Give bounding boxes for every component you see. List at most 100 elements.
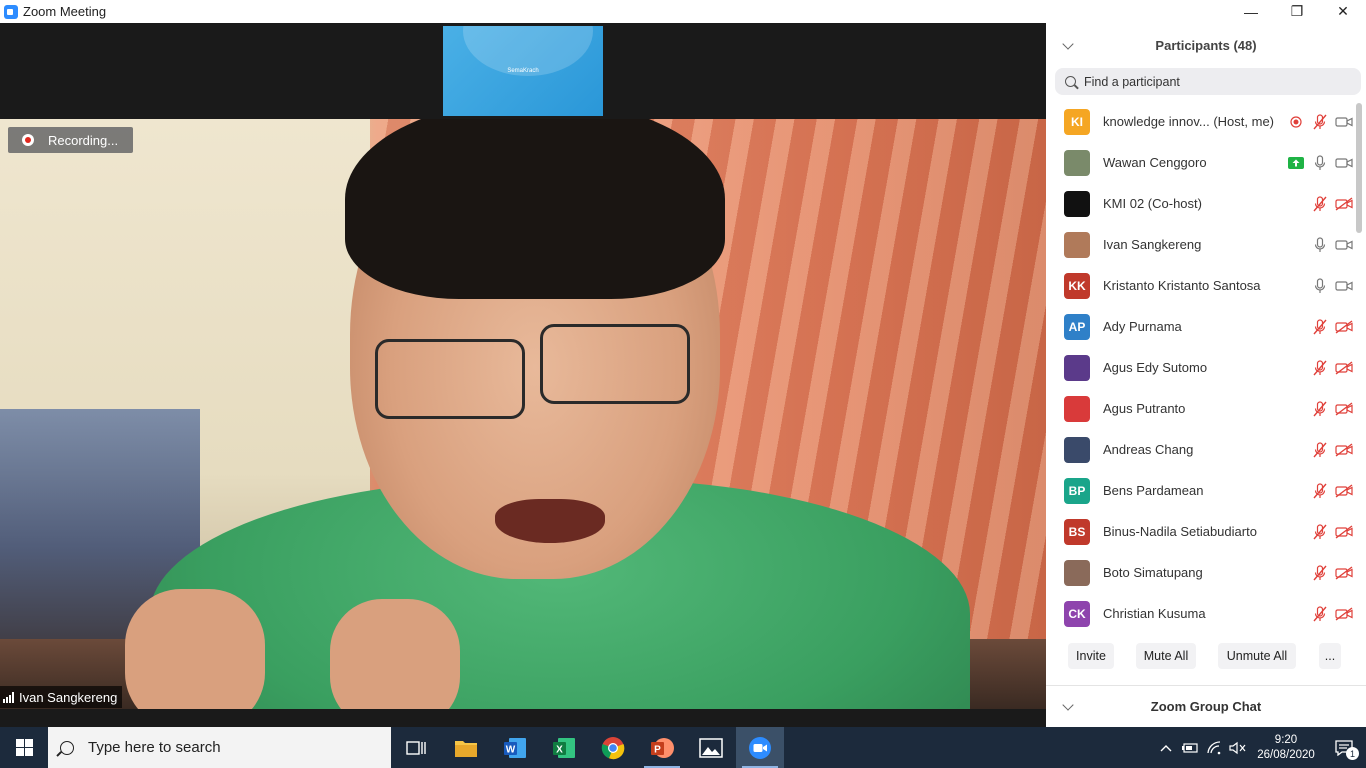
participant-initials-avatar: AP	[1064, 313, 1090, 340]
participant-status-icons	[1308, 470, 1356, 511]
photos-button[interactable]	[687, 727, 735, 768]
video-off-icon[interactable]	[1332, 481, 1356, 501]
participant-status-icons	[1308, 183, 1356, 224]
invite-button[interactable]: Invite	[1068, 643, 1114, 669]
wifi-icon[interactable]	[1202, 727, 1226, 768]
mic-muted-icon[interactable]	[1308, 399, 1332, 419]
more-options-button[interactable]: ...	[1319, 643, 1341, 669]
recording-label: Recording...	[48, 132, 119, 148]
zoom-app-icon	[4, 4, 18, 19]
participant-row[interactable]: Agus Edy Sutomo	[1046, 347, 1356, 388]
mic-muted-icon[interactable]	[1308, 522, 1332, 542]
search-icon	[60, 740, 74, 755]
group-chat-header[interactable]: Zoom Group Chat	[1046, 685, 1366, 727]
zoom-icon	[749, 736, 771, 759]
active-speaker-video[interactable]	[0, 119, 1046, 709]
shared-screen-thumbnail[interactable]: SemaKrach	[443, 26, 603, 116]
participant-row[interactable]: KK Kristanto Kristanto Santosa	[1046, 265, 1356, 306]
video-off-icon[interactable]	[1332, 604, 1356, 624]
video-camera-icon[interactable]	[1332, 112, 1356, 132]
participant-row[interactable]: Wawan Cenggoro	[1046, 142, 1356, 183]
collapse-chevron-icon[interactable]	[1062, 38, 1074, 50]
participant-row[interactable]: BP Bens Pardamean	[1046, 470, 1356, 511]
participant-initials-avatar: BP	[1064, 477, 1090, 504]
unmute-all-button[interactable]: Unmute All	[1218, 643, 1296, 669]
minimize-button[interactable]: —	[1228, 0, 1274, 23]
video-camera-icon[interactable]	[1332, 276, 1356, 296]
participant-name: Ivan Sangkereng	[1103, 237, 1202, 252]
participant-row[interactable]: BS Binus-Nadila Setiabudiarto	[1046, 511, 1356, 552]
close-button[interactable]: ✕	[1320, 0, 1366, 23]
participant-row[interactable]: Agus Putranto	[1046, 388, 1356, 429]
mic-muted-icon[interactable]	[1308, 563, 1332, 583]
mic-muted-icon[interactable]	[1308, 358, 1332, 378]
mic-muted-icon[interactable]	[1308, 112, 1332, 132]
speaker-name-tag: Ivan Sangkereng	[0, 686, 123, 708]
video-off-icon[interactable]	[1332, 522, 1356, 542]
participant-name: Agus Putranto	[1103, 401, 1186, 416]
participant-row[interactable]: Andreas Chang	[1046, 429, 1356, 470]
mute-all-button[interactable]: Mute All	[1136, 643, 1196, 669]
video-off-icon[interactable]	[1332, 399, 1356, 419]
participant-search-input[interactable]: Find a participant	[1055, 68, 1361, 95]
video-off-icon[interactable]	[1332, 440, 1356, 460]
show-hidden-icons-chevron-icon[interactable]	[1154, 727, 1178, 768]
video-off-icon[interactable]	[1332, 563, 1356, 583]
system-clock[interactable]: 9:20 26/08/2020	[1250, 733, 1322, 763]
chat-collapse-chevron-icon[interactable]	[1062, 699, 1074, 711]
participant-list-scrollbar[interactable]	[1356, 101, 1362, 633]
task-view-button[interactable]	[392, 727, 440, 768]
participant-row[interactable]: Boto Simatupang	[1046, 552, 1356, 593]
svg-text:W: W	[506, 744, 516, 755]
signal-strength-icon	[3, 691, 14, 703]
participant-name: Andreas Chang	[1103, 442, 1194, 457]
video-camera-icon[interactable]	[1332, 235, 1356, 255]
taskbar-search-box[interactable]: Type here to search	[48, 727, 391, 768]
mic-muted-icon[interactable]	[1308, 194, 1332, 214]
battery-icon[interactable]	[1178, 727, 1202, 768]
excel-button[interactable]: X	[540, 727, 588, 768]
word-button[interactable]: W	[491, 727, 539, 768]
mic-muted-icon[interactable]	[1308, 440, 1332, 460]
video-area: SemaKrach Recording... Ivan Sangkereng	[0, 23, 1046, 727]
maximize-button[interactable]: ❐	[1274, 0, 1320, 23]
participant-row[interactable]: CK Christian Kusuma	[1046, 593, 1356, 633]
participant-status-icons	[1308, 347, 1356, 388]
screen-share-icon	[1284, 153, 1308, 173]
chrome-button[interactable]	[589, 727, 637, 768]
mic-muted-icon[interactable]	[1308, 604, 1332, 624]
mic-icon[interactable]	[1308, 235, 1332, 255]
participants-header: Participants (48)	[1046, 23, 1366, 67]
file-explorer-button[interactable]	[442, 727, 490, 768]
participant-row[interactable]: AP Ady Purnama	[1046, 306, 1356, 347]
participant-name: Christian Kusuma	[1103, 606, 1206, 621]
excel-icon: X	[553, 737, 575, 758]
start-button[interactable]	[0, 727, 48, 768]
clock-date: 26/08/2020	[1257, 748, 1315, 761]
recording-indicator[interactable]: Recording...	[8, 127, 133, 153]
video-camera-icon[interactable]	[1332, 153, 1356, 173]
participant-row[interactable]: Ivan Sangkereng	[1046, 224, 1356, 265]
mic-muted-icon[interactable]	[1308, 481, 1332, 501]
speaker-mouth	[495, 499, 605, 543]
participant-status-icons	[1308, 593, 1356, 633]
notification-center-button[interactable]: 1	[1322, 727, 1366, 768]
scrollbar-thumb[interactable]	[1356, 103, 1362, 233]
mic-muted-icon[interactable]	[1308, 317, 1332, 337]
volume-muted-icon[interactable]	[1226, 727, 1250, 768]
mic-icon[interactable]	[1308, 276, 1332, 296]
participant-row[interactable]: KI knowledge innov... (Host, me)	[1046, 101, 1356, 142]
video-off-icon[interactable]	[1332, 317, 1356, 337]
group-chat-title: Zoom Group Chat	[1150, 699, 1262, 714]
powerpoint-button[interactable]: P	[638, 727, 686, 768]
participant-name: knowledge innov... (Host, me)	[1103, 114, 1274, 129]
video-off-icon[interactable]	[1332, 358, 1356, 378]
video-off-icon[interactable]	[1332, 194, 1356, 214]
svg-text:P: P	[654, 744, 661, 755]
title-bar: Zoom Meeting — ❐ ✕	[0, 0, 1366, 23]
zoom-taskbar-button[interactable]	[736, 727, 784, 768]
mic-icon[interactable]	[1308, 153, 1332, 173]
participant-name: Kristanto Kristanto Santosa	[1103, 278, 1261, 293]
participant-status-icons	[1308, 224, 1356, 265]
participant-row[interactable]: KMI 02 (Co-host)	[1046, 183, 1356, 224]
